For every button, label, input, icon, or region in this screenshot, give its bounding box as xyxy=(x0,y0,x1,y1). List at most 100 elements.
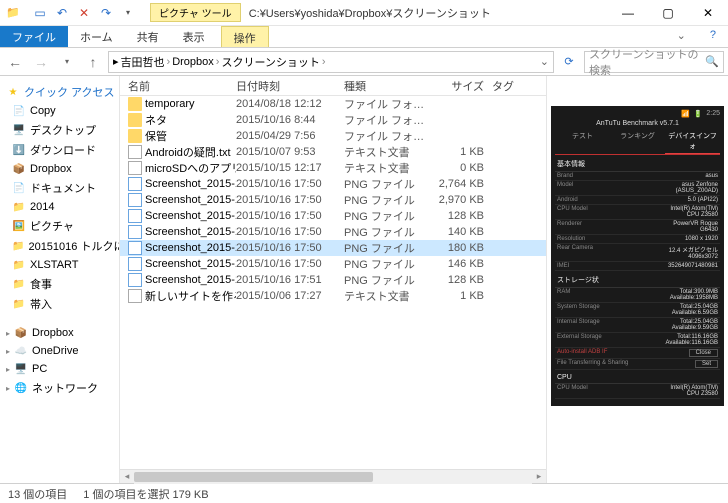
status-selection: 1 個の項目を選択 179 KB xyxy=(83,486,208,502)
file-row[interactable]: Screenshot_2015-10... 2015/10/16 17:50 P… xyxy=(120,208,546,224)
tab-view[interactable]: 表示 xyxy=(171,26,217,47)
file-name: Screenshot_2015-10... xyxy=(145,242,236,254)
status-bar: 13 個の項目 1 個の項目を選択 179 KB xyxy=(0,483,728,503)
sidebar-item[interactable]: 📁2014 xyxy=(0,198,119,216)
sidebar-item[interactable]: 🖥️デスクトップ xyxy=(0,120,119,140)
sidebar-root-item[interactable]: ▸📦Dropbox xyxy=(0,324,119,342)
txt-icon xyxy=(128,289,142,303)
tab-file[interactable]: ファイル xyxy=(0,26,68,47)
col-type[interactable]: 種類 xyxy=(344,78,432,94)
file-size: 1 KB xyxy=(432,290,492,302)
file-name: Screenshot_2015-10... xyxy=(145,258,236,270)
refresh-button[interactable]: ⟳ xyxy=(558,51,580,73)
preview-time: 2:25 xyxy=(706,110,720,118)
preview-tab-0: テスト xyxy=(555,129,610,154)
col-size[interactable]: サイズ xyxy=(432,78,492,94)
file-date: 2015/10/16 17:50 xyxy=(236,210,344,222)
sidebar-root-item[interactable]: ▸🖥️PC xyxy=(0,360,119,378)
close-button[interactable]: ✕ xyxy=(688,0,728,26)
tab-manage[interactable]: 操作 xyxy=(221,26,269,47)
qat-dropdown-icon[interactable]: ▾ xyxy=(118,3,138,23)
nav-up-button[interactable]: ↑ xyxy=(82,51,104,73)
sidebar-item[interactable]: 📁20151016 トルクによる xyxy=(0,236,119,256)
file-row[interactable]: Screenshot_2015-10... 2015/10/16 17:50 P… xyxy=(120,224,546,240)
file-row[interactable]: microSDへのアプリ移... 2015/10/15 12:17 テキスト文書… xyxy=(120,160,546,176)
file-row[interactable]: Screenshot_2015-10... 2015/10/16 17:51 P… xyxy=(120,272,546,288)
search-placeholder: スクリーンショットの検索 xyxy=(589,46,705,78)
breadcrumb-seg-0[interactable]: 吉田哲也 xyxy=(121,54,165,70)
file-row[interactable]: ネタ 2015/10/16 8:44 ファイル フォルダー xyxy=(120,112,546,128)
search-input[interactable]: スクリーンショットの検索 🔍 xyxy=(584,51,724,73)
qat-properties-icon[interactable]: ▭ xyxy=(30,3,50,23)
file-row[interactable]: temporary 2014/08/18 12:12 ファイル フォルダー xyxy=(120,96,546,112)
file-row[interactable]: 新しいサイトを作る準... 2015/10/06 17:27 テキスト文書 1 … xyxy=(120,288,546,304)
sidebar-item[interactable]: 📄Copy xyxy=(0,102,119,120)
file-name: temporary xyxy=(145,98,195,110)
tab-home[interactable]: ホーム xyxy=(68,26,125,47)
breadcrumb-bar[interactable]: ▸ 吉田哲也 › Dropbox › スクリーンショット › ⌄ xyxy=(108,51,554,73)
file-name: Screenshot_2015-10... xyxy=(145,210,236,222)
preview-tabs: テスト ランキング デバイスインフォ xyxy=(555,129,720,155)
preview-info-row: CPU ModelIntel(R) Atom(TM)CPU Z3580 xyxy=(555,384,720,399)
scroll-track[interactable] xyxy=(134,470,532,484)
sidebar-item-label: Copy xyxy=(30,105,56,117)
maximize-button[interactable]: ▢ xyxy=(648,0,688,26)
sidebar-item[interactable]: 🖼️ピクチャ xyxy=(0,216,119,236)
col-name[interactable]: 名前 xyxy=(128,78,236,94)
minimize-button[interactable]: — xyxy=(608,0,648,26)
sidebar-item[interactable]: ⬇️ダウンロード xyxy=(0,140,119,160)
window-icon-area: 📁 xyxy=(0,4,26,22)
breadcrumb-sep: › xyxy=(167,56,171,68)
preview-info-row: IMEI352649071480981 xyxy=(555,262,720,271)
sidebar-item[interactable]: 📦Dropbox xyxy=(0,160,119,178)
file-list[interactable]: temporary 2014/08/18 12:12 ファイル フォルダー ネタ… xyxy=(120,96,546,469)
scroll-right-icon[interactable]: ▸ xyxy=(532,470,546,484)
sidebar-item-label: ピクチャ xyxy=(30,218,74,234)
breadcrumb-seg-1[interactable]: Dropbox xyxy=(172,56,214,68)
ribbon-expand-icon[interactable]: ⌄ xyxy=(665,26,698,47)
tab-share[interactable]: 共有 xyxy=(125,26,171,47)
sidebar-root-item[interactable]: ▸☁️OneDrive xyxy=(0,342,119,360)
file-name: Screenshot_2015-10... xyxy=(145,194,236,206)
qat-undo-icon[interactable]: ↶ xyxy=(52,3,72,23)
nav-forward-button[interactable]: → xyxy=(30,51,52,73)
sidebar-item-label: ドキュメント xyxy=(30,180,96,196)
file-row[interactable]: Screenshot_2015-10... 2015/10/16 17:50 P… xyxy=(120,240,546,256)
file-row[interactable]: Screenshot_2015-10... 2015/10/16 17:50 P… xyxy=(120,192,546,208)
navigation-pane: ★ クイック アクセス 📄Copy🖥️デスクトップ⬇️ダウンロード📦Dropbo… xyxy=(0,76,120,483)
file-row[interactable]: 保管 2015/04/29 7:56 ファイル フォルダー xyxy=(120,128,546,144)
horizontal-scrollbar[interactable]: ◂ ▸ xyxy=(120,469,546,483)
sidebar-item[interactable]: 📄ドキュメント xyxy=(0,178,119,198)
scroll-left-icon[interactable]: ◂ xyxy=(120,470,134,484)
col-date[interactable]: 日付時刻 xyxy=(236,78,344,94)
file-name: ネタ xyxy=(145,112,167,128)
preview-section-basic: 基本情報 xyxy=(555,155,720,172)
preview-ft-button: Set xyxy=(695,360,718,368)
sidebar-item[interactable]: 📁帯入 xyxy=(0,294,119,314)
file-name: 保管 xyxy=(145,128,167,144)
file-row[interactable]: Androidの疑問.txt 2015/10/07 9:53 テキスト文書 1 … xyxy=(120,144,546,160)
file-type: テキスト文書 xyxy=(344,160,432,176)
sidebar-item[interactable]: 📁XLSTART xyxy=(0,256,119,274)
preview-info-row: Resolution1080 x 1920 xyxy=(555,235,720,244)
qat-delete-icon[interactable]: ✕ xyxy=(74,3,94,23)
sidebar-root-item[interactable]: ▸🌐ネットワーク xyxy=(0,378,119,398)
preview-info-row: Brandasus xyxy=(555,172,720,181)
sidebar-quick-access[interactable]: ★ クイック アクセス xyxy=(0,82,119,102)
file-row[interactable]: Screenshot_2015-10... 2015/10/16 17:50 P… xyxy=(120,256,546,272)
sidebar-icon: 📦 xyxy=(14,326,28,340)
nav-back-button[interactable]: ← xyxy=(4,51,26,73)
file-row[interactable]: Screenshot_2015-10... 2015/10/16 17:50 P… xyxy=(120,176,546,192)
breadcrumb-dropdown-icon[interactable]: ⌄ xyxy=(540,55,549,68)
sidebar-item[interactable]: 📁食事 xyxy=(0,274,119,294)
file-name: microSDへのアプリ移... xyxy=(145,160,236,176)
qat-redo-icon[interactable]: ↷ xyxy=(96,3,116,23)
nav-history-dropdown[interactable]: ▾ xyxy=(56,51,78,73)
breadcrumb-seg-2[interactable]: スクリーンショット xyxy=(221,54,319,70)
help-icon[interactable]: ? xyxy=(698,26,728,47)
breadcrumb-root-icon[interactable]: ▸ xyxy=(113,55,119,68)
sidebar-item-label: 食事 xyxy=(30,276,52,292)
col-tag[interactable]: タグ xyxy=(492,78,532,94)
file-date: 2015/10/16 17:50 xyxy=(236,194,344,206)
scroll-thumb[interactable] xyxy=(134,472,373,482)
